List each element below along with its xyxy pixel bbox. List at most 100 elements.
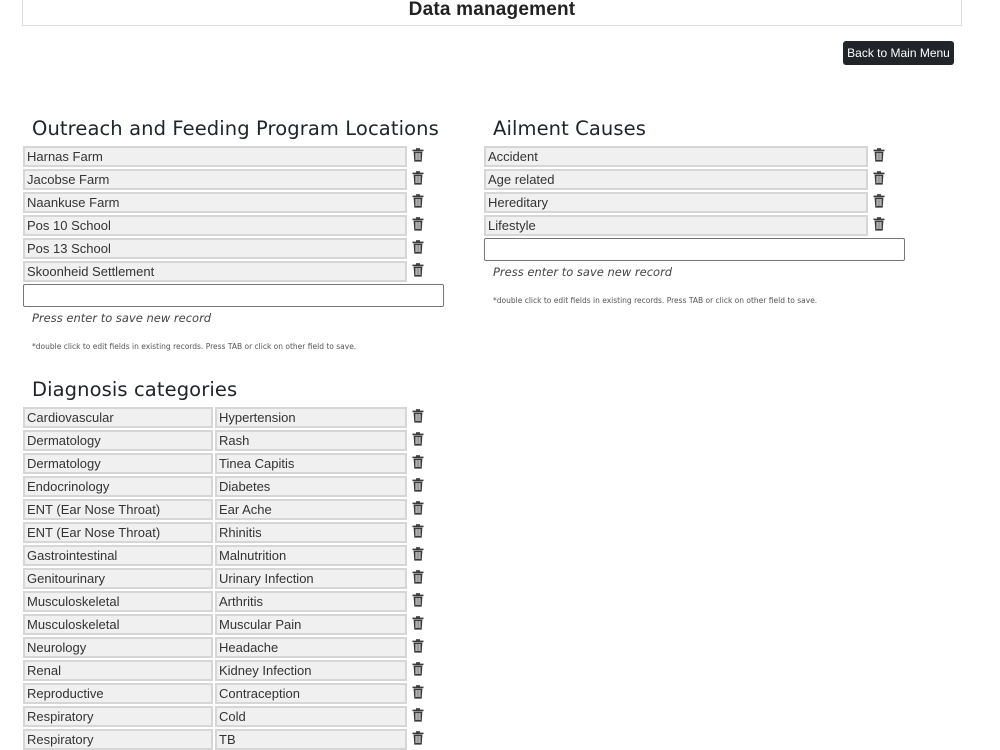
category-field[interactable]: Gastrointestinal bbox=[23, 545, 213, 566]
diagnosis-row: Cardiovascular Hypertension bbox=[23, 407, 437, 428]
location-row: Skoonheid Settlement bbox=[23, 261, 437, 282]
diagnosis-field[interactable]: Ear Ache bbox=[215, 499, 407, 520]
diagnosis-field[interactable]: Kidney Infection bbox=[215, 660, 407, 681]
trash-icon[interactable] bbox=[412, 524, 424, 538]
ailments-title: Ailment Causes bbox=[493, 117, 647, 140]
diagnosis-title: Diagnosis categories bbox=[32, 378, 238, 401]
location-row: Jacobse Farm bbox=[23, 169, 437, 190]
diagnosis-field[interactable]: Headache bbox=[215, 637, 407, 658]
ailment-row-field[interactable]: Lifestyle bbox=[484, 215, 868, 236]
trash-icon[interactable] bbox=[412, 570, 424, 584]
trash-icon[interactable] bbox=[412, 662, 424, 676]
trash-icon[interactable] bbox=[412, 478, 424, 492]
diagnosis-row: Respiratory TB bbox=[23, 729, 437, 750]
locations-save-hint: Press enter to save new record bbox=[32, 311, 212, 325]
diagnosis-field[interactable]: Diabetes bbox=[215, 476, 407, 497]
diagnosis-row: ENT (Ear Nose Throat) Rhinitis bbox=[23, 522, 437, 543]
category-field[interactable]: Dermatology bbox=[23, 430, 213, 451]
trash-icon[interactable] bbox=[873, 148, 885, 162]
trash-icon[interactable] bbox=[412, 263, 424, 277]
diagnosis-field[interactable]: Hypertension bbox=[215, 407, 407, 428]
ailment-row: Age related bbox=[484, 169, 898, 190]
locations-title: Outreach and Feeding Program Locations bbox=[32, 117, 439, 140]
location-row: Pos 10 School bbox=[23, 215, 437, 236]
page-title: Data management bbox=[408, 0, 576, 20]
ailment-row-field[interactable]: Age related bbox=[484, 169, 868, 190]
locations-edit-note: *double click to edit fields in existing… bbox=[32, 342, 357, 351]
diagnosis-row: Genitourinary Urinary Infection bbox=[23, 568, 437, 589]
ailment-row: Hereditary bbox=[484, 192, 898, 213]
back-to-main-menu-button[interactable]: Back to Main Menu bbox=[843, 41, 954, 65]
category-field[interactable]: ENT (Ear Nose Throat) bbox=[23, 499, 213, 520]
diagnosis-row: Respiratory Cold bbox=[23, 706, 437, 727]
ailments-save-hint: Press enter to save new record bbox=[493, 265, 673, 279]
category-field[interactable]: Genitourinary bbox=[23, 568, 213, 589]
trash-icon[interactable] bbox=[873, 217, 885, 231]
diagnosis-field[interactable]: Muscular Pain bbox=[215, 614, 407, 635]
trash-icon[interactable] bbox=[412, 409, 424, 423]
diagnosis-row: Musculoskeletal Arthritis bbox=[23, 591, 437, 612]
location-row-field[interactable]: Jacobse Farm bbox=[23, 169, 407, 190]
location-row-field[interactable]: Pos 13 School bbox=[23, 238, 407, 259]
trash-icon[interactable] bbox=[873, 171, 885, 185]
diagnosis-row: Dermatology Tinea Capitis bbox=[23, 453, 437, 474]
trash-icon[interactable] bbox=[412, 547, 424, 561]
ailment-row: Lifestyle bbox=[484, 215, 898, 236]
category-field[interactable]: Neurology bbox=[23, 637, 213, 658]
diagnosis-field[interactable]: Rhinitis bbox=[215, 522, 407, 543]
trash-icon[interactable] bbox=[412, 708, 424, 722]
ailment-row-field[interactable]: Accident bbox=[484, 146, 868, 167]
category-field[interactable]: Renal bbox=[23, 660, 213, 681]
diagnosis-row: Musculoskeletal Muscular Pain bbox=[23, 614, 437, 635]
diagnosis-field[interactable]: Malnutrition bbox=[215, 545, 407, 566]
trash-icon[interactable] bbox=[412, 685, 424, 699]
trash-icon[interactable] bbox=[412, 432, 424, 446]
category-field[interactable]: Reproductive bbox=[23, 683, 213, 704]
ailments-edit-note: *double click to edit fields in existing… bbox=[493, 296, 818, 305]
diagnosis-field[interactable]: TB bbox=[215, 729, 407, 750]
trash-icon[interactable] bbox=[412, 639, 424, 653]
trash-icon[interactable] bbox=[412, 217, 424, 231]
page-header: Data management bbox=[22, 0, 962, 26]
diagnosis-field[interactable]: Contraception bbox=[215, 683, 407, 704]
trash-icon[interactable] bbox=[412, 171, 424, 185]
new-location-input[interactable] bbox=[23, 284, 444, 307]
location-row: Harnas Farm bbox=[23, 146, 437, 167]
diagnosis-field[interactable]: Urinary Infection bbox=[215, 568, 407, 589]
trash-icon[interactable] bbox=[412, 731, 424, 745]
category-field[interactable]: ENT (Ear Nose Throat) bbox=[23, 522, 213, 543]
category-field[interactable]: Respiratory bbox=[23, 706, 213, 727]
diagnosis-row: Gastrointestinal Malnutrition bbox=[23, 545, 437, 566]
diagnosis-field[interactable]: Rash bbox=[215, 430, 407, 451]
category-field[interactable]: Musculoskeletal bbox=[23, 591, 213, 612]
category-field[interactable]: Dermatology bbox=[23, 453, 213, 474]
location-row-field[interactable]: Skoonheid Settlement bbox=[23, 261, 407, 282]
category-field[interactable]: Respiratory bbox=[23, 729, 213, 750]
trash-icon[interactable] bbox=[412, 501, 424, 515]
diagnosis-row: Reproductive Contraception bbox=[23, 683, 437, 704]
location-row-field[interactable]: Pos 10 School bbox=[23, 215, 407, 236]
diagnosis-field[interactable]: Tinea Capitis bbox=[215, 453, 407, 474]
ailment-row-field[interactable]: Hereditary bbox=[484, 192, 868, 213]
diagnosis-row: Renal Kidney Infection bbox=[23, 660, 437, 681]
trash-icon[interactable] bbox=[873, 194, 885, 208]
location-row: Pos 13 School bbox=[23, 238, 437, 259]
diagnosis-field[interactable]: Arthritis bbox=[215, 591, 407, 612]
diagnosis-field[interactable]: Cold bbox=[215, 706, 407, 727]
diagnosis-row: Dermatology Rash bbox=[23, 430, 437, 451]
new-ailment-input[interactable] bbox=[484, 238, 905, 261]
location-row: Naankuse Farm bbox=[23, 192, 437, 213]
diagnosis-row: Neurology Headache bbox=[23, 637, 437, 658]
category-field[interactable]: Cardiovascular bbox=[23, 407, 213, 428]
trash-icon[interactable] bbox=[412, 148, 424, 162]
category-field[interactable]: Endocrinology bbox=[23, 476, 213, 497]
trash-icon[interactable] bbox=[412, 455, 424, 469]
trash-icon[interactable] bbox=[412, 616, 424, 630]
trash-icon[interactable] bbox=[412, 240, 424, 254]
trash-icon[interactable] bbox=[412, 194, 424, 208]
diagnosis-row: ENT (Ear Nose Throat) Ear Ache bbox=[23, 499, 437, 520]
location-row-field[interactable]: Harnas Farm bbox=[23, 146, 407, 167]
trash-icon[interactable] bbox=[412, 593, 424, 607]
location-row-field[interactable]: Naankuse Farm bbox=[23, 192, 407, 213]
category-field[interactable]: Musculoskeletal bbox=[23, 614, 213, 635]
